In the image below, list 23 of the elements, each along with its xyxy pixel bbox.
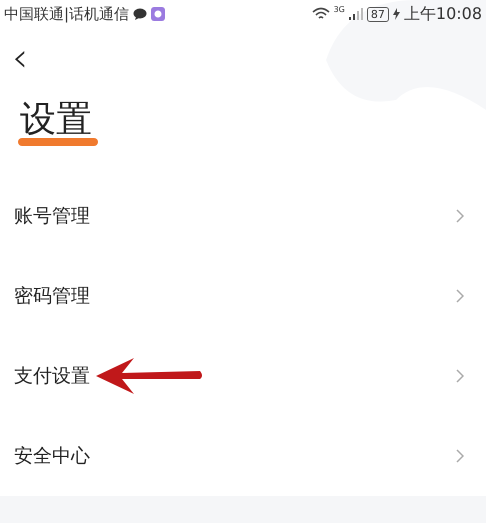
signal-icon (348, 8, 363, 20)
menu-item[interactable]: 账号管理 (0, 176, 486, 256)
back-button[interactable]: ‹ (12, 38, 28, 78)
menu-label: 安全中心 (14, 444, 90, 469)
carrier-name: 中国联通|话机通信 (4, 4, 130, 25)
battery-level: 87 (366, 6, 389, 22)
menu-label: 支付设置 (14, 364, 90, 389)
menu-item[interactable]: 支付设置 (0, 336, 486, 416)
chevron-right-icon (456, 289, 464, 303)
menu-label: 密码管理 (14, 284, 90, 309)
wifi-icon (312, 7, 330, 21)
app-icon (151, 7, 166, 21)
chevron-right-icon (456, 209, 464, 223)
chevron-right-icon (456, 369, 464, 383)
chevron-right-icon (456, 449, 464, 463)
menu-item[interactable]: 安全中心 (0, 416, 486, 496)
charging-icon (392, 8, 400, 20)
network-type: 3G (334, 4, 345, 16)
clock-time: 上午10:08 (404, 3, 482, 25)
menu-label: 账号管理 (14, 204, 90, 229)
chat-bubble-icon (133, 8, 148, 20)
page-title: 设置 (20, 102, 92, 138)
menu-item[interactable]: 密码管理 (0, 256, 486, 336)
